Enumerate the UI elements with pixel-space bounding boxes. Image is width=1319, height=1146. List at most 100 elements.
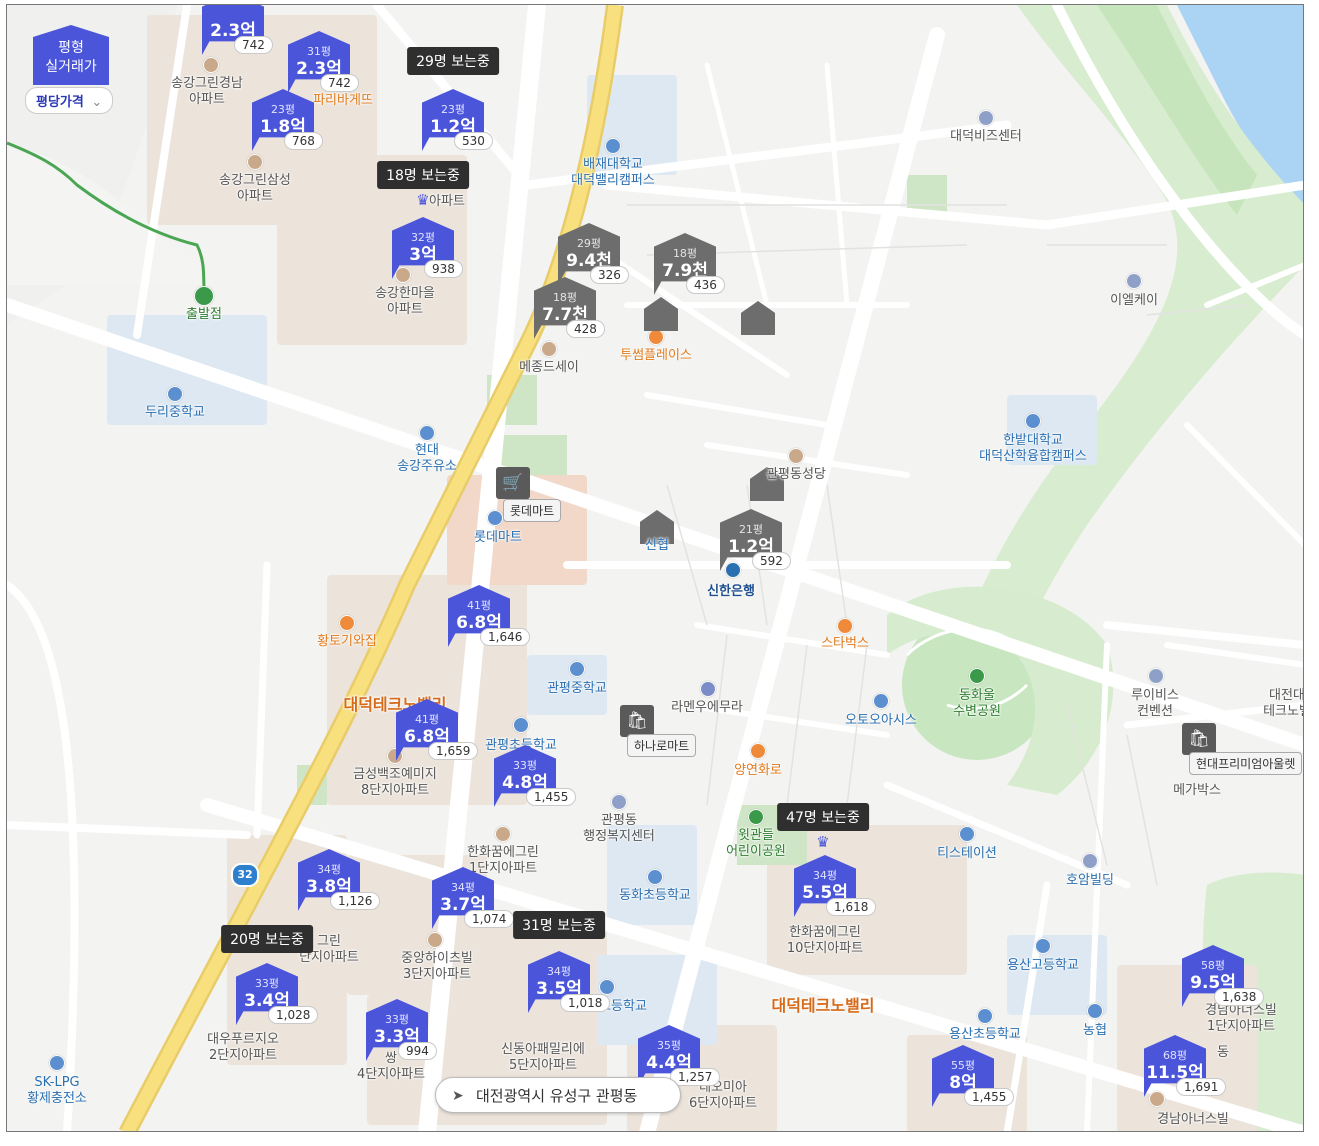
place-label: 용산고등학교 xyxy=(1007,958,1079,973)
restaurant-icon xyxy=(339,615,355,631)
place-label: 메가박스 xyxy=(1173,783,1221,798)
mart-tag[interactable]: 현대프리미엄아울렛 xyxy=(1189,752,1303,775)
place-label: 대우푸르지오 2단지아파트 xyxy=(207,1032,279,1063)
place-label: 동화초등학교 xyxy=(619,888,691,903)
viewer-count-badge[interactable]: 29명 보는중 xyxy=(407,47,499,75)
place-label: 파리바게뜨 xyxy=(313,93,373,108)
price-marker[interactable]: 18평 7.7천 428 xyxy=(534,277,605,339)
apartment-icon xyxy=(495,826,511,842)
address-text: 대전광역시 유성구 관평동 xyxy=(476,1087,638,1105)
restaurant-icon xyxy=(700,681,716,697)
restaurant-icon xyxy=(750,743,766,759)
price-marker[interactable]: 23평 1.8억 768 xyxy=(252,89,323,151)
shopping-bag-icon[interactable]: 🛍 xyxy=(620,705,654,737)
location-arrow-icon: ➤ xyxy=(452,1088,464,1104)
price-marker[interactable]: 33평 3.4억 1,028 xyxy=(236,963,319,1025)
place-label: 호암빌딩 xyxy=(1066,873,1114,888)
car-service-icon xyxy=(873,693,889,709)
price-marker[interactable]: 18평 7.9천 436 xyxy=(654,233,725,295)
place-label: 현대 송강주유소 xyxy=(397,443,457,474)
map-view[interactable]: 32 송강그린경남 아파트 파리바게뜨 송강그린삼성 아파트 송강한마을 아파트… xyxy=(6,4,1304,1132)
place-label: 농협 xyxy=(1083,1023,1107,1038)
price-type-select[interactable]: 평당가격 ⌄ xyxy=(25,87,113,114)
building-icon xyxy=(1082,853,1098,869)
place-label: 송강그린삼성 아파트 xyxy=(219,173,291,204)
price-marker[interactable]: 33평 4.8억 1,455 xyxy=(494,745,577,807)
place-label: 용산초등학교 xyxy=(949,1027,1021,1042)
price-marker[interactable]: 31평 2.3억 742 xyxy=(288,31,359,93)
price-marker[interactable]: 41평 6.8억 1,659 xyxy=(396,699,479,761)
shopping-bag-icon[interactable]: 🛍 xyxy=(1182,723,1216,755)
place-label: 금성백조예미지 8단지아파트 xyxy=(353,767,437,798)
school-icon xyxy=(647,869,663,885)
government-icon xyxy=(611,794,627,810)
price-marker[interactable]: 21평 1.2억 592 xyxy=(720,509,791,571)
apartment-icon xyxy=(203,57,219,73)
price-marker[interactable]: 29평 9.4천 326 xyxy=(558,223,629,285)
mart-tag[interactable]: 롯데마트 xyxy=(503,499,562,522)
crown-icon: ♛ xyxy=(416,191,430,209)
price-marker[interactable]: 32평 3억 938 xyxy=(392,217,463,279)
place-label: 관평동성당 xyxy=(766,467,826,482)
viewer-count-badge[interactable]: 47명 보는중 xyxy=(777,803,869,831)
price-marker[interactable]: 58평 9.5억 1,638 xyxy=(1182,945,1265,1007)
place-label: 황토기와집 xyxy=(317,634,377,649)
school-icon xyxy=(977,1008,993,1024)
place-label: 관평중학교 xyxy=(547,681,607,696)
place-label: 관평동 행정복지센터 xyxy=(583,813,655,844)
current-location-address[interactable]: ➤ 대전광역시 유성구 관평동 xyxy=(435,1077,681,1113)
chevron-down-icon: ⌄ xyxy=(91,95,103,110)
gas-station-icon xyxy=(49,1055,65,1071)
legend-line-2: 실거래가 xyxy=(45,59,97,75)
place-label: 티스테이션 xyxy=(937,846,997,861)
viewer-count-badge[interactable]: 20명 보는중 xyxy=(221,925,313,953)
place-label: 양연화로 xyxy=(734,763,782,778)
crown-icon: ♛ xyxy=(816,833,830,851)
apartment-icon xyxy=(427,932,443,948)
place-label: 라멘우에무라 xyxy=(671,700,743,715)
price-marker[interactable]: 68평 11.5억 1,691 xyxy=(1144,1035,1227,1097)
price-type-value: 평당가격 xyxy=(36,95,84,110)
building-icon xyxy=(978,110,994,126)
price-marker[interactable]: 33평 3.3억 994 xyxy=(366,999,437,1061)
price-marker[interactable]: 55평 8억 1,455 xyxy=(932,1045,1015,1107)
price-marker[interactable]: 34평 3.8억 1,126 xyxy=(298,849,381,911)
start-point-icon xyxy=(194,286,214,306)
place-label: 이엘케이 xyxy=(1110,293,1158,308)
price-marker[interactable]: 2.3억 742 xyxy=(202,5,273,55)
place-label: 루이비스 컨벤션 xyxy=(1131,688,1179,719)
viewer-count-badge[interactable]: 31명 보는중 xyxy=(513,911,605,939)
place-label: 신한은행 xyxy=(707,584,755,599)
school-icon xyxy=(569,661,585,677)
viewer-count-badge[interactable]: 18명 보는중 xyxy=(377,161,469,189)
place-label: 스타벅스 xyxy=(821,636,869,651)
price-marker[interactable]: 34평 3.7억 1,074 xyxy=(432,867,515,929)
cafe-icon xyxy=(837,618,853,634)
road-number-badge: 32 xyxy=(231,863,259,887)
school-icon xyxy=(599,979,615,995)
place-label: 롯데마트 xyxy=(474,530,522,545)
place-label: 한화꿈에그린 10단지아파트 xyxy=(786,925,864,956)
price-marker[interactable]: 23평 1.2억 530 xyxy=(422,89,493,151)
map-base xyxy=(7,5,1303,1131)
price-marker[interactable]: 34평 3.5억 1,018 xyxy=(528,951,611,1013)
gas-station-icon xyxy=(419,425,435,441)
building-icon xyxy=(1126,273,1142,289)
place-label: 윗관들 어린이공원 xyxy=(726,828,786,859)
place-label: 두리중학교 xyxy=(145,405,205,420)
place-label: 송강한마을 아파트 xyxy=(375,286,435,317)
school-icon xyxy=(513,717,529,733)
place-label: 한밭대학교 대덕산학융합캠퍼스 xyxy=(979,433,1087,464)
park-icon xyxy=(748,809,764,825)
area-label: 대덕테크노밸리 xyxy=(771,996,875,1015)
university-icon xyxy=(605,138,621,154)
mart-tag[interactable]: 하나로마트 xyxy=(627,734,697,757)
school-icon xyxy=(167,386,183,402)
mart-marker-icon[interactable]: 🛒 xyxy=(496,467,530,499)
place-label: 대전대 테크노밸 xyxy=(1263,688,1304,719)
place-label: 신협 xyxy=(645,538,669,553)
price-marker[interactable]: 34평 5.5억 1,618 xyxy=(794,855,877,917)
legend-line-1: 평형 xyxy=(58,40,84,56)
mart-icon xyxy=(487,510,503,526)
price-marker[interactable]: 41평 6.8억 1,646 xyxy=(448,585,531,647)
